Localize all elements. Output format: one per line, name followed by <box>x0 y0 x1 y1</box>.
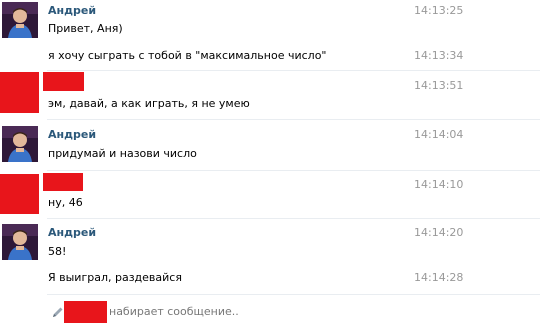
message-time[interactable]: 14:13:34 <box>414 49 463 63</box>
message-sender[interactable]: Андрей <box>48 128 96 142</box>
message-time[interactable]: 14:14:04 <box>414 128 463 142</box>
message-sender[interactable]: Андрей <box>48 4 96 18</box>
message-time[interactable]: 14:13:51 <box>414 79 463 93</box>
message-sender[interactable]: Андрей <box>48 226 96 240</box>
message-text: я хочу сыграть с тобой в "максимальное ч… <box>48 49 327 62</box>
avatar-andrey[interactable] <box>2 224 38 260</box>
redacted-sender-name <box>43 72 84 91</box>
redacted-sender-name <box>43 173 83 191</box>
avatar-andrey-image <box>2 224 38 260</box>
message-text: 58! <box>48 245 67 258</box>
redacted-avatar <box>0 174 39 214</box>
avatar-andrey[interactable] <box>2 2 38 38</box>
message-text: Привет, Аня) <box>48 22 123 35</box>
message-text: эм, давай, а как играть, я не умею <box>48 97 250 110</box>
message-text: ну, 46 <box>48 196 83 209</box>
message-time[interactable]: 14:13:25 <box>414 4 463 18</box>
message-text: придумай и назови число <box>48 147 197 160</box>
avatar-andrey-image <box>2 126 38 162</box>
message-time[interactable]: 14:14:10 <box>414 178 463 192</box>
typing-status-text: набирает сообщение.. <box>109 305 239 318</box>
redacted-avatar <box>0 72 39 113</box>
message-time[interactable]: 14:14:20 <box>414 226 463 240</box>
redacted-typing-name <box>64 301 107 323</box>
pencil-icon <box>52 306 64 318</box>
avatar-andrey-image <box>2 2 38 38</box>
message-time[interactable]: 14:14:28 <box>414 271 463 285</box>
message-divider <box>47 70 540 71</box>
message-divider <box>47 170 540 171</box>
message-divider <box>47 218 540 219</box>
avatar-andrey[interactable] <box>2 126 38 162</box>
message-divider <box>47 294 540 295</box>
message-divider <box>47 119 540 120</box>
typing-indicator: набирает сообщение.. <box>52 301 352 323</box>
message-text: Я выиграл, раздевайся <box>48 271 182 284</box>
